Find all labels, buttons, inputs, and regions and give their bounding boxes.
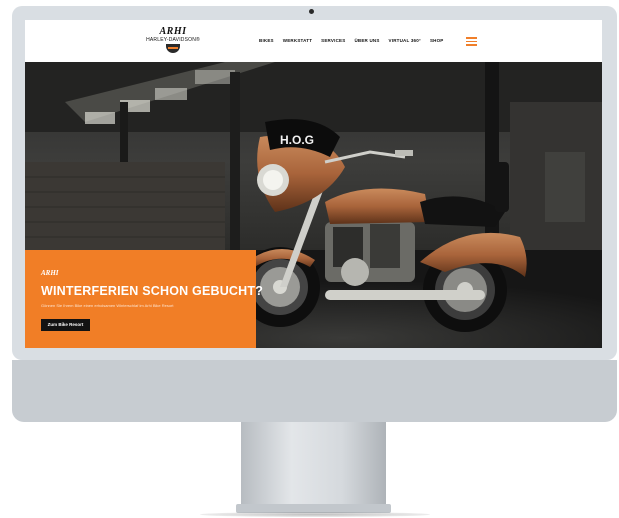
camera-icon [309, 9, 314, 14]
imac-stand [241, 422, 386, 506]
imac-chin [12, 360, 617, 422]
menu-item-shop[interactable]: SHOP [430, 38, 444, 43]
menu-item-bikes[interactable]: BIKES [259, 38, 274, 43]
site-header: ARHI HARLEY-DAVIDSON® BIKES WERKSTATT SE… [25, 20, 602, 62]
imac-shadow [200, 512, 430, 517]
menu-item-werkstatt[interactable]: WERKSTATT [283, 38, 312, 43]
hamburger-icon[interactable] [466, 37, 477, 46]
harley-shield-icon [166, 44, 180, 53]
promo-panel: ARHI WINTERFERIEN SCHON GEBUCHT? Gönnen … [25, 250, 263, 348]
fairing-hog-text: H.O.G [280, 133, 314, 147]
promo-title: WINTERFERIEN SCHON GEBUCHT? [41, 284, 264, 298]
menu-item-virtual-360[interactable]: VIRTUAL 360° [389, 38, 421, 43]
promo-logo: ARHI [41, 269, 59, 277]
bike-resort-button[interactable]: Zum Bike Resort [41, 319, 90, 331]
screen: ARHI HARLEY-DAVIDSON® BIKES WERKSTATT SE… [25, 20, 602, 348]
menu-item-services[interactable]: SERVICES [321, 38, 345, 43]
arhi-logo[interactable]: ARHI HARLEY-DAVIDSON® [143, 27, 203, 59]
promo-text: Gönnen Sie Ihrem Bike einen erholsamen W… [41, 303, 174, 308]
menu-item-ueber-uns[interactable]: ÜBER UNS [354, 38, 379, 43]
main-menu: BIKES WERKSTATT SERVICES ÜBER UNS VIRTUA… [259, 38, 444, 43]
hero-section: H.O.G ARHI WINTERFERIEN SCHON GEBUCHT? G… [25, 62, 602, 348]
logo-subtitle: HARLEY-DAVIDSON® [146, 37, 200, 43]
logo-mark: ARHI [159, 26, 187, 37]
